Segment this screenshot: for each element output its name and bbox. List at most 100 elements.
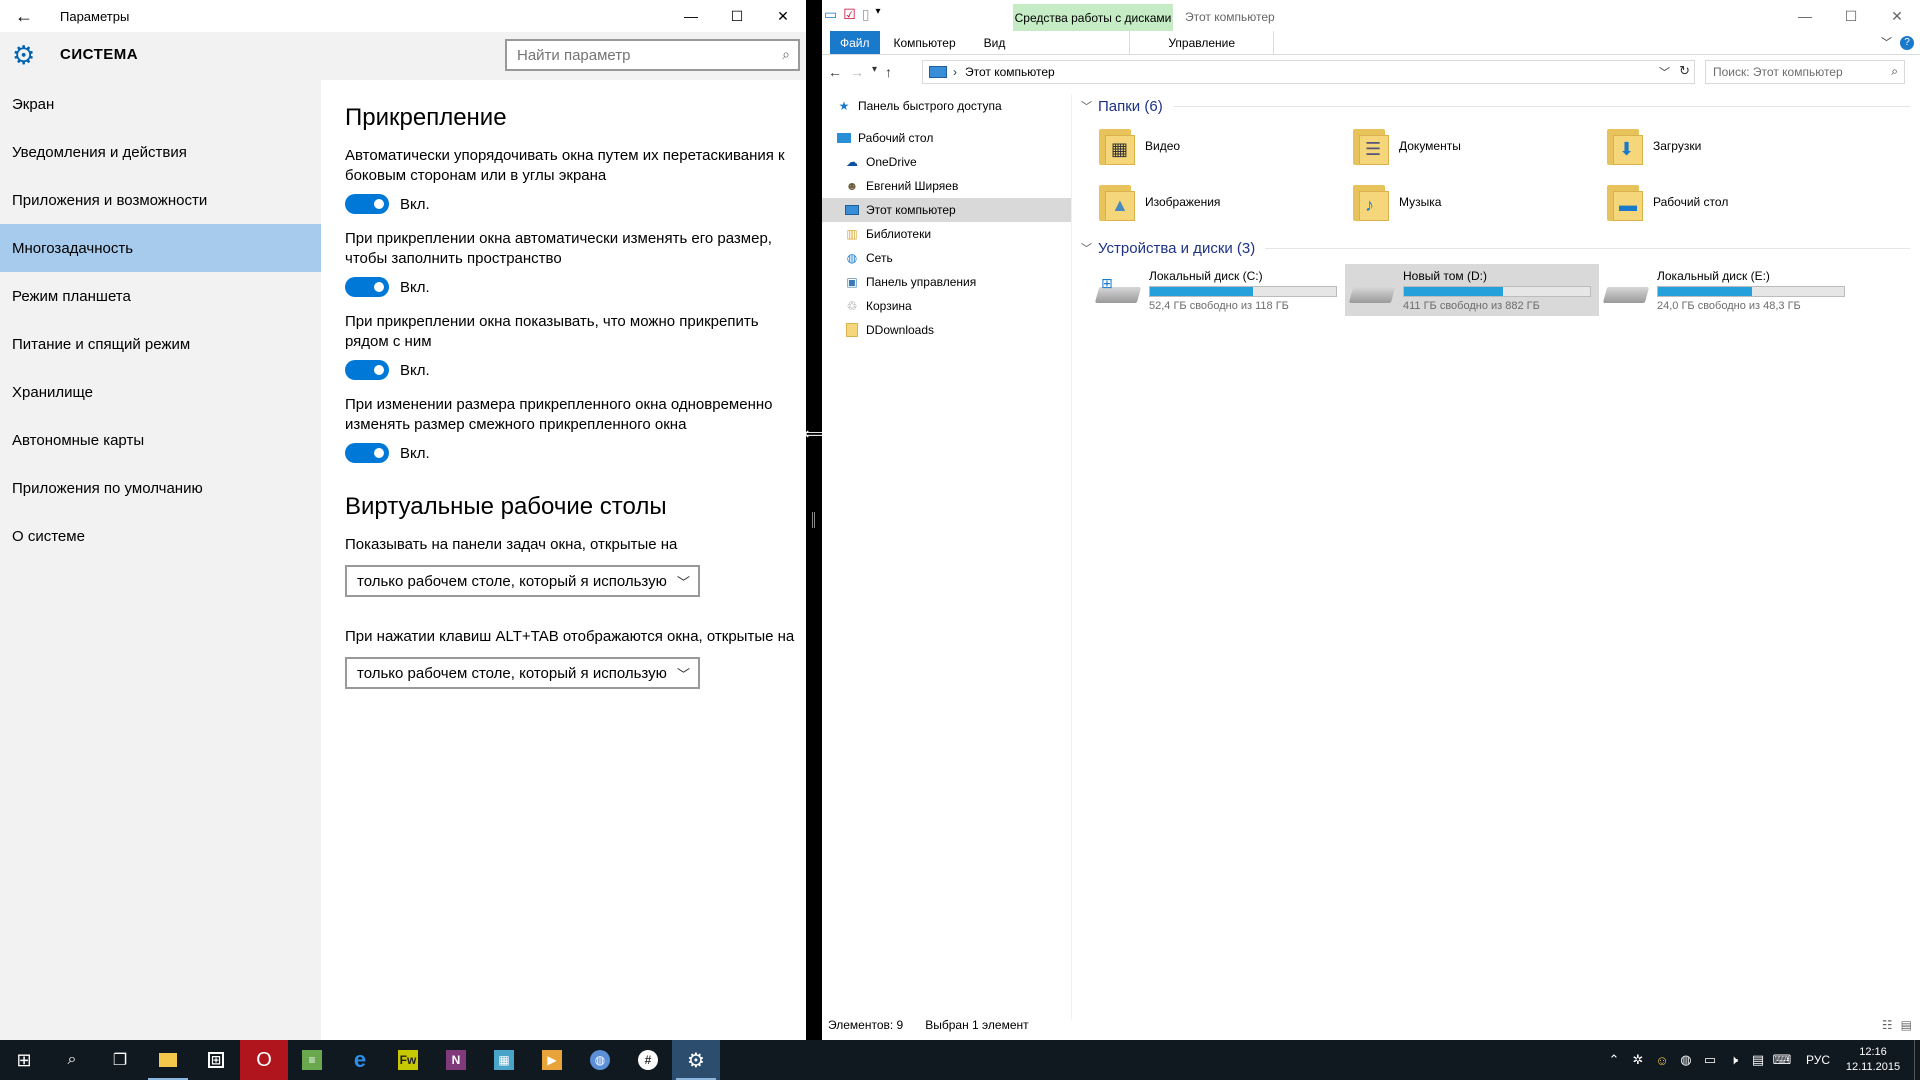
nav-item-control-panel[interactable]: ▣ Панель управления (822, 270, 1071, 294)
network-icon[interactable]: ◍ (1674, 1052, 1698, 1068)
action-center-icon[interactable]: ▤ (1746, 1052, 1770, 1068)
search-icon[interactable]: ⌕ (782, 46, 790, 63)
search-button[interactable]: ⌕ (48, 1040, 96, 1080)
snap-resize-fill-toggle[interactable] (345, 277, 389, 297)
customize-qat-icon[interactable]: ▾ (876, 6, 881, 23)
help-icon[interactable]: ? (1900, 36, 1914, 50)
taskbar-app-reader[interactable]: ≡ (288, 1040, 336, 1080)
menu-item-screen[interactable]: Экран (0, 80, 321, 128)
recent-locations-icon[interactable]: ▾ (872, 64, 877, 80)
snap-assist-toggle[interactable] (345, 360, 389, 380)
tray-app-icon[interactable]: ▭ (1698, 1052, 1722, 1068)
nav-item-recycle-bin[interactable]: ♲ Корзина (822, 294, 1071, 318)
maximize-button[interactable]: ☐ (1828, 0, 1874, 32)
minimize-button[interactable]: — (668, 0, 714, 32)
taskbar-app-opera[interactable]: O (240, 1040, 288, 1080)
volume-icon[interactable]: 🕨 (1722, 1052, 1746, 1068)
nav-item-quick-access[interactable]: ★ Панель быстрого доступа (822, 94, 1071, 118)
folder-item[interactable]: ▦ Видео (1097, 118, 1351, 174)
drive-item[interactable]: ⊞ Локальный диск (C:) 52,4 ГБ свободно и… (1091, 264, 1345, 316)
taskbar-app-calculator[interactable]: ▦ (480, 1040, 528, 1080)
explorer-search-box[interactable]: Поиск: Этот компьютер ⌕ (1705, 60, 1905, 84)
menu-item-about[interactable]: О системе (0, 512, 321, 560)
menu-item-power[interactable]: Питание и спящий режим (0, 320, 321, 368)
snap-divider[interactable]: ⟺ (804, 0, 827, 1040)
properties-icon[interactable]: ☑ (843, 6, 856, 23)
calculator-icon: ▦ (494, 1050, 514, 1070)
nav-item-onedrive[interactable]: ☁ OneDrive (822, 150, 1071, 174)
close-button[interactable]: ✕ (760, 0, 806, 32)
divider-grip[interactable] (812, 512, 815, 528)
tray-app-icon[interactable]: ✲ (1626, 1052, 1650, 1068)
input-language[interactable]: РУС (1806, 1053, 1830, 1067)
large-icons-view-icon[interactable]: ▤ (1901, 1018, 1912, 1032)
alttab-windows-select[interactable]: только рабочем столе, который я использу… (345, 657, 700, 689)
nav-item-desktop[interactable]: Рабочий стол (822, 126, 1071, 150)
explorer-search-input[interactable]: Поиск: Этот компьютер (1713, 65, 1843, 79)
forward-arrow-icon[interactable]: → (850, 64, 864, 80)
task-view-button[interactable]: ❐ (96, 1040, 144, 1080)
new-folder-icon[interactable]: ▯ (862, 6, 870, 23)
nav-item-network[interactable]: ◍ Сеть (822, 246, 1071, 270)
search-icon[interactable]: ⌕ (1891, 64, 1898, 79)
folder-item[interactable]: ⬇ Загрузки (1605, 118, 1859, 174)
folder-item[interactable]: ▲ Изображения (1097, 174, 1351, 230)
clock[interactable]: 12:16 12.11.2015 (1842, 1045, 1904, 1075)
tab-manage[interactable]: Управление (1129, 31, 1275, 54)
breadcrumb-separator-icon[interactable]: › (953, 65, 957, 79)
keyboard-icon[interactable]: ⌨ (1770, 1052, 1794, 1068)
close-button[interactable]: ✕ (1874, 0, 1920, 32)
menu-item-tablet-mode[interactable]: Режим планшета (0, 272, 321, 320)
taskbar-app-settings[interactable]: ⚙ (672, 1040, 720, 1080)
menu-item-apps[interactable]: Приложения и возможности (0, 176, 321, 224)
taskbar-app-media[interactable]: ▶ (528, 1040, 576, 1080)
details-view-icon[interactable]: ☷ (1882, 1018, 1893, 1032)
taskbar-app-edge[interactable]: e (336, 1040, 384, 1080)
address-bar[interactable]: › Этот компьютер ﹀ ↻ (922, 60, 1695, 84)
tab-file[interactable]: Файл (830, 31, 880, 54)
drive-item[interactable]: Локальный диск (E:) 24,0 ГБ свободно из … (1599, 264, 1853, 316)
expand-ribbon-icon[interactable]: ﹀ (1881, 34, 1892, 50)
show-hidden-icons-icon[interactable]: ⌃ (1602, 1052, 1626, 1068)
tab-view[interactable]: Вид (970, 31, 1020, 54)
show-desktop-button[interactable] (1914, 1040, 1920, 1080)
folders-group-header[interactable]: ﹀ Папки (6) (1081, 94, 1920, 118)
up-arrow-icon[interactable]: ↑ (885, 64, 892, 80)
refresh-icon[interactable]: ↻ (1679, 63, 1690, 79)
taskbar-windows-select[interactable]: только рабочем столе, который я использу… (345, 565, 700, 597)
menu-item-notifications[interactable]: Уведомления и действия (0, 128, 321, 176)
taskbar-app-slack[interactable]: # (624, 1040, 672, 1080)
taskbar-app-onenote[interactable]: N (432, 1040, 480, 1080)
taskbar-app-explorer[interactable] (144, 1040, 192, 1080)
folder-item[interactable]: ♪ Музыка (1351, 174, 1605, 230)
snap-adjacent-resize-toggle[interactable] (345, 443, 389, 463)
folder-item[interactable]: ▬ Рабочий стол (1605, 174, 1859, 230)
nav-item-libraries[interactable]: ▥ Библиотеки (822, 222, 1071, 246)
settings-search-box[interactable]: ⌕ (505, 39, 800, 71)
nav-item-ddownloads[interactable]: DDownloads (822, 318, 1071, 342)
tab-computer[interactable]: Компьютер (880, 31, 970, 54)
start-button[interactable]: ⊞ (0, 1040, 48, 1080)
folder-item[interactable]: ☰ Документы (1351, 118, 1605, 174)
menu-item-offline-maps[interactable]: Автономные карты (0, 416, 321, 464)
minimize-button[interactable]: — (1782, 0, 1828, 32)
taskbar-app-store[interactable]: ⊞ (192, 1040, 240, 1080)
nav-item-user[interactable]: ☻ Евгений Ширяев (822, 174, 1071, 198)
tray-app-icon[interactable]: ☺ (1650, 1053, 1674, 1068)
back-button[interactable]: ← (0, 0, 48, 32)
taskbar-app-fireworks[interactable]: Fw (384, 1040, 432, 1080)
settings-search-input[interactable] (507, 41, 757, 69)
menu-item-storage[interactable]: Хранилище (0, 368, 321, 416)
snap-toggle-row: Вкл. (345, 277, 806, 297)
menu-item-multitasking[interactable]: Многозадачность (0, 224, 321, 272)
breadcrumb[interactable]: Этот компьютер (965, 65, 1055, 79)
taskbar-app-web[interactable]: ◍ (576, 1040, 624, 1080)
chevron-down-icon[interactable]: ﹀ (1659, 64, 1670, 80)
drive-item[interactable]: Новый том (D:) 411 ГБ свободно из 882 ГБ (1345, 264, 1599, 316)
maximize-button[interactable]: ☐ (714, 0, 760, 32)
menu-item-default-apps[interactable]: Приложения по умолчанию (0, 464, 321, 512)
back-arrow-icon[interactable]: ← (828, 64, 842, 80)
nav-item-this-pc[interactable]: Этот компьютер (822, 198, 1071, 222)
snap-arrange-toggle[interactable] (345, 194, 389, 214)
drives-group-header[interactable]: ﹀ Устройства и диски (3) (1081, 236, 1920, 260)
